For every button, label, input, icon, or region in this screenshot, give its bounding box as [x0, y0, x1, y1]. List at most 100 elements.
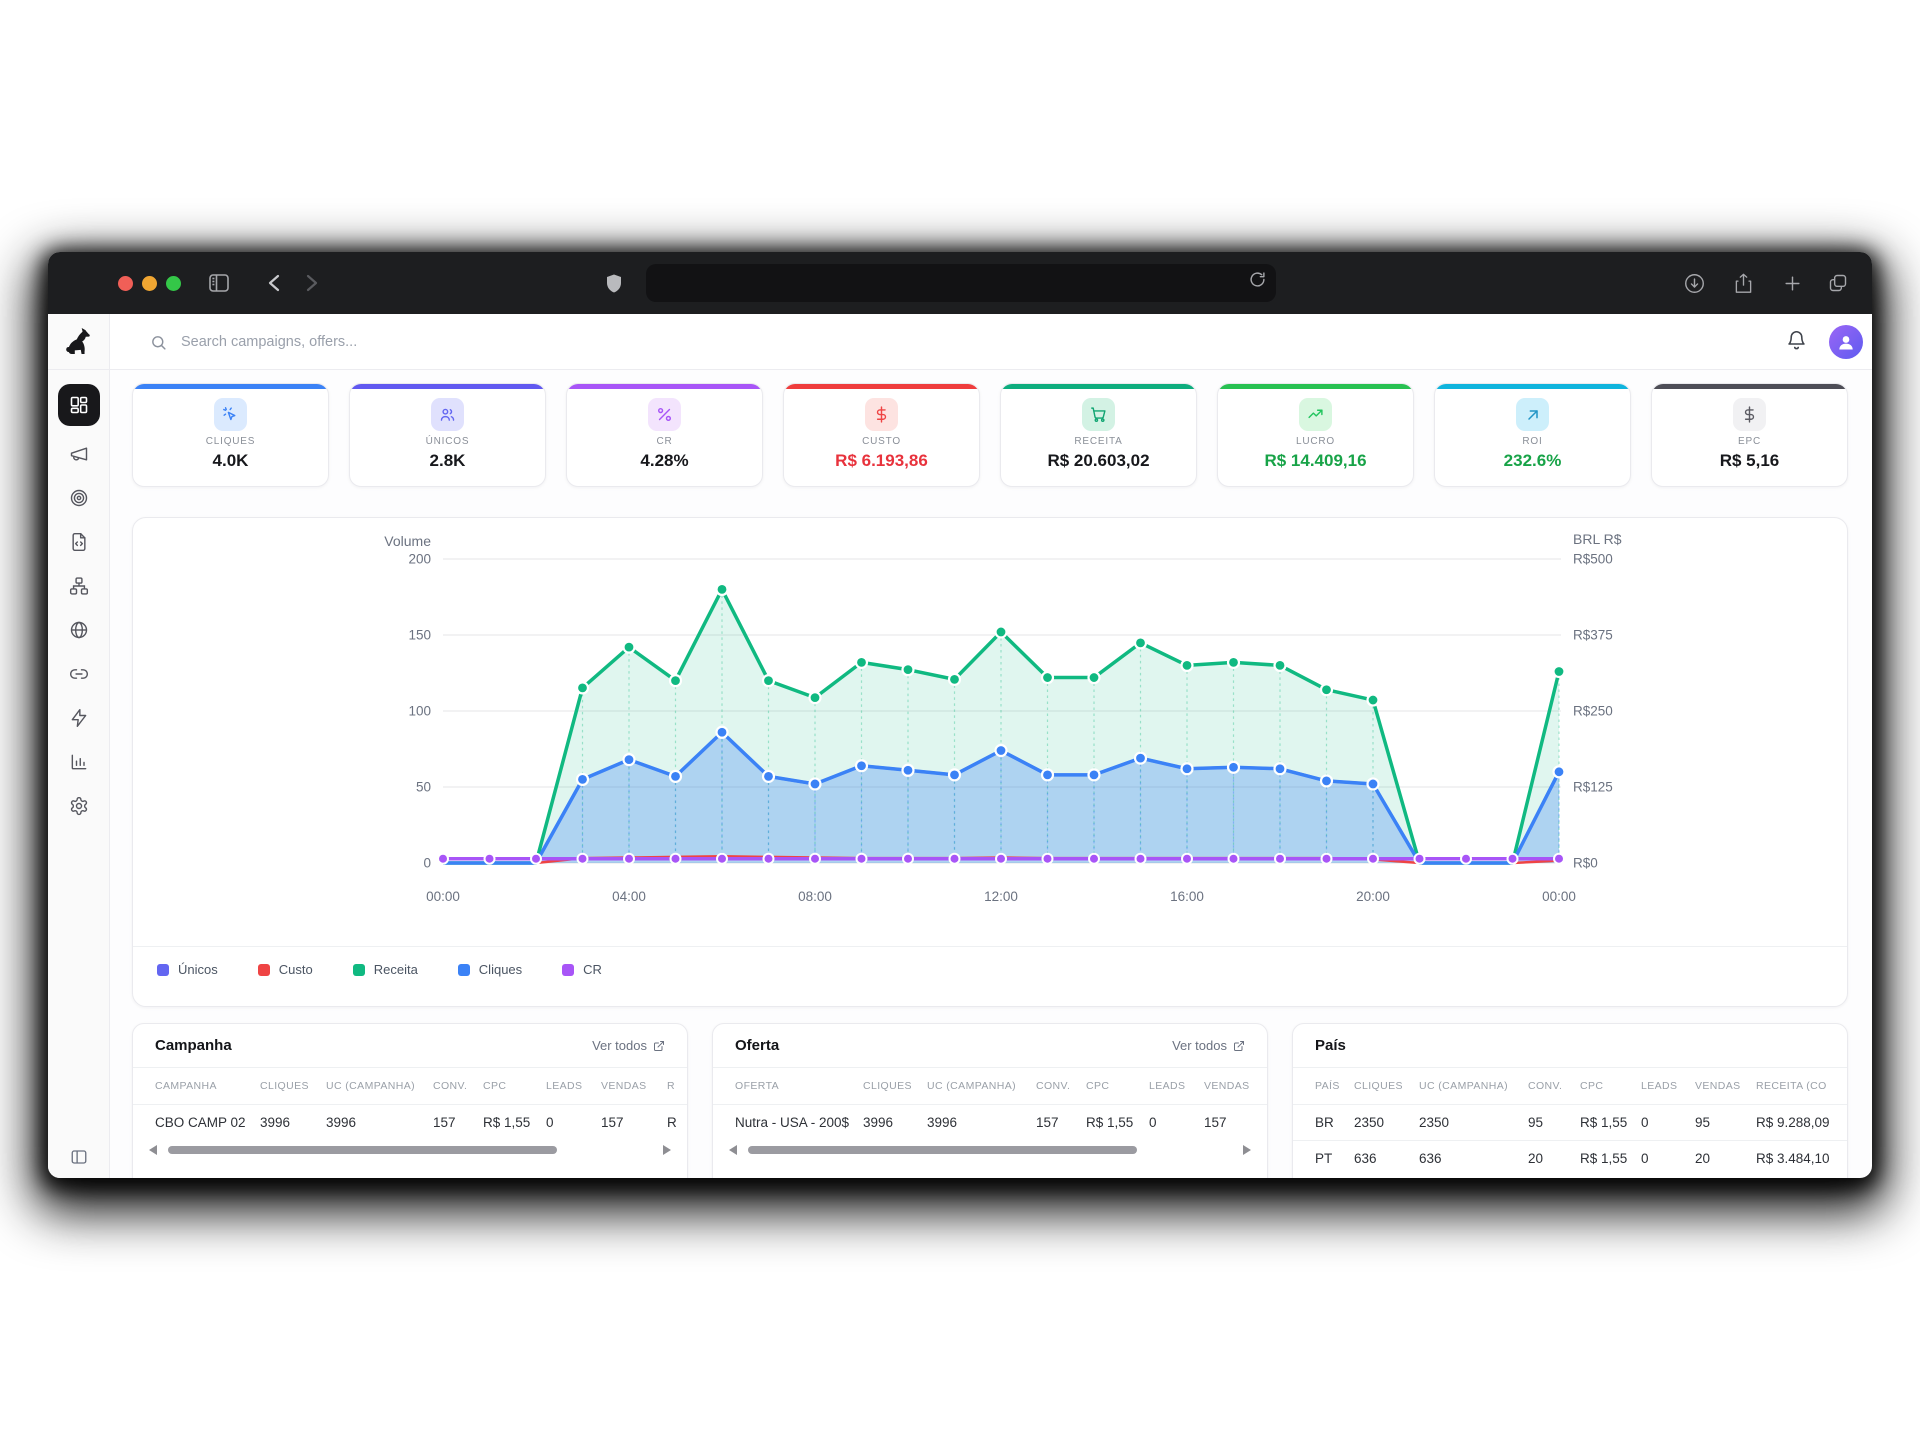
scroll-right-icon[interactable] [1242, 1145, 1251, 1155]
dog-logo-icon [64, 327, 94, 357]
table-row[interactable]: PT63663620R$ 1,55020R$ 3.484,10 [1293, 1140, 1847, 1176]
sidebar-item-links-link[interactable] [60, 655, 98, 693]
stat-label: CUSTO [784, 436, 979, 447]
svg-text:100: 100 [408, 704, 431, 719]
cell: CLIQUES [863, 1080, 927, 1092]
cell: 157 [1204, 1115, 1267, 1130]
scrollbar-track[interactable] [744, 1146, 1236, 1154]
scroll-right-icon[interactable] [662, 1145, 671, 1155]
reload-icon[interactable] [1249, 271, 1266, 288]
legend-swatch [562, 964, 574, 976]
stat-card-custo[interactable]: CUSTOR$ 6.193,86 [783, 383, 980, 487]
cell: R$ 3.484,10 [1756, 1151, 1847, 1166]
stat-card-cliques[interactable]: CLIQUES 4.0K [132, 383, 329, 487]
cell: CBO CAMP 02 [155, 1115, 260, 1130]
svg-text:04:00: 04:00 [612, 889, 646, 904]
cell: UC (CAMPANHA) [927, 1080, 1036, 1092]
stat-card-roi[interactable]: ROI232.6% [1434, 383, 1631, 487]
share-icon[interactable] [1729, 269, 1757, 297]
legend-item-cliques[interactable]: Cliques [458, 962, 522, 977]
table-card-header: OfertaVer todos [713, 1024, 1267, 1068]
ver-todos-link[interactable]: Ver todos [592, 1038, 665, 1053]
cell: LEADS [546, 1080, 601, 1092]
legend-swatch [353, 964, 365, 976]
app-logo[interactable] [48, 314, 109, 370]
table-row[interactable]: CBO CAMP 0239963996157R$ 1,550157R [133, 1104, 687, 1140]
stat-card-epc[interactable]: EPCR$ 5,16 [1651, 383, 1848, 487]
stat-value: 4.0K [133, 451, 328, 471]
cell: R$ 1,55 [483, 1115, 546, 1130]
stat-card-cr[interactable]: CR4.28% [566, 383, 763, 487]
stat-accent-bar [133, 384, 328, 389]
sidebar-item-reports-bar-chart[interactable] [60, 743, 98, 781]
sidebar-item-flows-network[interactable] [60, 567, 98, 605]
table-row[interactable]: BR2350235095R$ 1,55095R$ 9.288,09 [1293, 1104, 1847, 1140]
legend-label: Receita [374, 962, 418, 977]
search-input[interactable]: Search campaigns, offers... [150, 314, 357, 370]
legend-label: CR [583, 962, 602, 977]
scrollbar-thumb[interactable] [168, 1146, 557, 1154]
cell: 3996 [260, 1115, 326, 1130]
scrollbar-thumb[interactable] [748, 1146, 1137, 1154]
stat-value: R$ 14.409,16 [1218, 451, 1413, 471]
zoom-window-button[interactable] [166, 276, 181, 291]
ver-todos-link[interactable]: Ver todos [1172, 1038, 1245, 1053]
sidebar-item-offers-target[interactable] [60, 479, 98, 517]
timeseries-chart[interactable]: 200R$500150R$375100R$25050R$1250R$0Volum… [133, 518, 1848, 938]
tab-overview-icon[interactable] [1824, 269, 1852, 297]
cell: VENDAS [601, 1080, 667, 1092]
svg-text:R$375: R$375 [1573, 628, 1613, 643]
notifications-bell-icon[interactable] [1786, 329, 1807, 352]
arrow-up-right-icon [1516, 398, 1549, 431]
downloads-icon[interactable] [1680, 269, 1708, 297]
table-row[interactable]: Nutra - USA - 200$39963996157R$ 1,550157 [713, 1104, 1267, 1140]
sidebar-nav [48, 314, 110, 1178]
stat-card-receita[interactable]: RECEITAR$ 20.603,02 [1000, 383, 1197, 487]
user-avatar[interactable] [1829, 325, 1863, 359]
table-header-row: PAÍSCLIQUESUC (CAMPANHA)CONV.CPCLEADSVEN… [1293, 1068, 1847, 1104]
cell: 157 [433, 1115, 483, 1130]
reports-bar-chart-icon [69, 752, 89, 772]
sidebar-collapse-icon[interactable] [48, 1148, 110, 1166]
forward-icon[interactable] [298, 269, 326, 297]
legend-swatch [157, 964, 169, 976]
svg-text:R$250: R$250 [1573, 704, 1613, 719]
scrollbar-track[interactable] [164, 1146, 656, 1154]
stat-card-únicos[interactable]: ÚNICOS2.8K [349, 383, 546, 487]
legend-item-cr[interactable]: CR [562, 962, 602, 977]
cell: CPC [1086, 1080, 1149, 1092]
sidebar-item-domains-globe[interactable] [60, 611, 98, 649]
horizontal-scrollbar[interactable] [133, 1140, 687, 1155]
sidebar-item-dashboard-active[interactable] [58, 384, 100, 426]
chart-legend-divider [133, 946, 1847, 947]
cell: RECEITA (CO [1756, 1080, 1847, 1092]
sidebar-item-campaigns-megaphone[interactable] [60, 435, 98, 473]
cell: R$ 9.288,09 [1756, 1115, 1847, 1130]
shield-icon[interactable] [600, 269, 628, 297]
stat-card-lucro[interactable]: LUCROR$ 14.409,16 [1217, 383, 1414, 487]
horizontal-scrollbar[interactable] [713, 1140, 1267, 1155]
chart-legend: Únicos Custo Receita Cliques CR [157, 962, 602, 977]
close-window-button[interactable] [118, 276, 133, 291]
sidebar-item-settings-gear[interactable] [60, 787, 98, 825]
stat-value: 2.8K [350, 451, 545, 471]
app-header: Search campaigns, offers... [48, 314, 1872, 370]
external-link-icon [1233, 1040, 1245, 1052]
url-address-bar[interactable] [646, 264, 1276, 302]
offers-target-icon [69, 488, 89, 508]
minimize-window-button[interactable] [142, 276, 157, 291]
sidebar-item-landing-file-code[interactable] [60, 523, 98, 561]
legend-swatch [258, 964, 270, 976]
legend-item-custo[interactable]: Custo [258, 962, 313, 977]
toolbar-sidebar-icon[interactable] [205, 269, 233, 297]
legend-item-únicos[interactable]: Únicos [157, 962, 218, 977]
legend-item-receita[interactable]: Receita [353, 962, 418, 977]
scroll-left-icon[interactable] [729, 1145, 738, 1155]
stat-label: CLIQUES [133, 436, 328, 447]
sidebar-item-automation-zap[interactable] [60, 699, 98, 737]
scroll-left-icon[interactable] [149, 1145, 158, 1155]
new-tab-icon[interactable] [1778, 269, 1806, 297]
back-icon[interactable] [260, 269, 288, 297]
table-card-header: País [1293, 1024, 1847, 1068]
table-card-oferta: OfertaVer todosOFERTACLIQUESUC (CAMPANHA… [712, 1023, 1268, 1178]
